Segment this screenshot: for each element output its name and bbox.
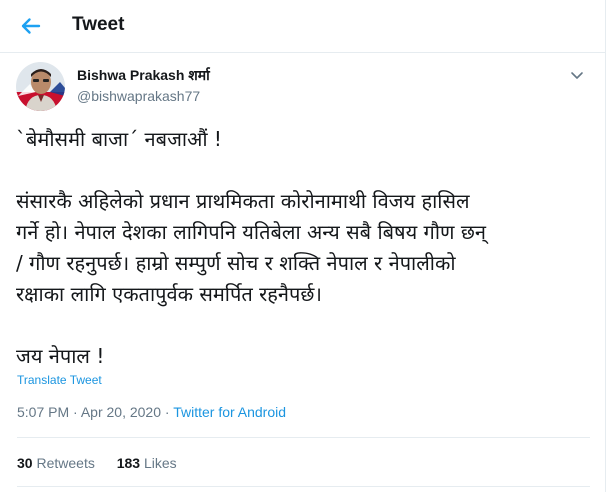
meta-separator: · [73,404,78,420]
author-handle[interactable]: @bishwaprakash77 [77,88,200,104]
page-header: Tweet [0,0,605,53]
tweet-stats: 30 Retweets 183 Likes [17,455,195,471]
tweet-time[interactable]: 5:07 PM [17,404,69,420]
tweet-source-link[interactable]: Twitter for Android [173,404,286,420]
meta-separator: · [164,404,170,420]
tweet-meta: 5:07 PM · Apr 20, 2020 · Twitter for And… [17,404,286,420]
author-name[interactable]: Bishwa Prakash शर्मा [77,66,210,85]
page-title: Tweet [72,14,125,35]
likes-stat[interactable]: 183 Likes [117,455,177,471]
chevron-down-icon [571,72,583,79]
retweets-stat[interactable]: 30 Retweets [17,455,95,471]
tweet-line: रक्षाका लागि एकतापुर्वक समर्पित रहनैपर्छ… [16,282,322,306]
profile-photo [16,62,65,111]
tweet-line: गर्ने हो। नेपाल देशका लागिपनि यतिबेला अन… [16,220,486,244]
arrow-left-icon [21,18,41,34]
more-options-button[interactable] [567,66,587,84]
tweet-line: / गौण रहनुपर्छ। हाम्रो सम्पुर्ण सोच र शक… [16,251,456,275]
retweets-label: Retweets [36,455,95,471]
likes-count: 183 [116,455,141,471]
tweet-line: जय नेपाल ! [16,344,105,368]
translate-tweet-link[interactable]: Translate Tweet [17,373,102,387]
divider [17,486,590,487]
retweets-count: 30 [17,455,33,471]
tweet-date[interactable]: Apr 20, 2020 [81,404,161,420]
tweet-text: `बेमौसमी बाजा´ नबजाऔं ! संसारकै अहिलेको … [16,124,596,372]
avatar[interactable] [16,62,65,111]
back-button[interactable] [14,10,48,42]
likes-label: Likes [143,455,177,471]
divider [17,437,590,438]
tweet-line: `बेमौसमी बाजा´ नबजाऔं ! [16,127,222,151]
tweet-line: संसारकै अहिलेको प्रधान प्राथमिकता कोरोना… [16,189,470,213]
